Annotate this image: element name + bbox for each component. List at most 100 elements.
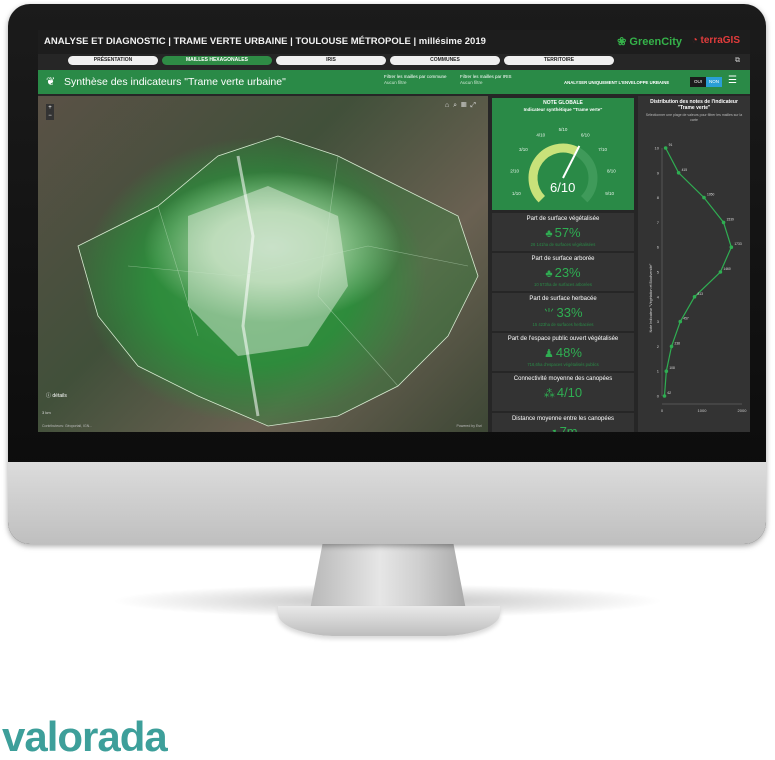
tree-icon: ♣ <box>545 268 553 280</box>
card-sub: 10 573ha de surfaces arborées <box>534 282 592 287</box>
gauge-tick-label: 9/10 <box>605 191 614 196</box>
envelope-label: ANALYSER UNIQUEMENT L'ENVELOPPE URBAINE <box>564 80 670 85</box>
card-value: ♟ 48% <box>544 345 582 360</box>
app-title: ANALYSE ET DIAGNOSTIC | TRAME VERTE URBA… <box>44 36 486 47</box>
data-point <box>692 295 697 299</box>
y-tick-label: 6 <box>657 245 660 250</box>
network-icon: ⁂ <box>543 388 555 400</box>
gauge-card: NOTE GLOBALE Indicateur synthétique "Tra… <box>492 98 634 210</box>
x-tick-label: 2000 <box>738 408 748 413</box>
tab-iris[interactable]: IRIS <box>276 56 386 65</box>
data-point <box>678 319 683 324</box>
dashboard-title: Synthèse des indicateurs "Trame verte ur… <box>64 76 286 88</box>
card-label: Distance moyenne entre les canopées <box>511 416 615 422</box>
y-tick-label: 2 <box>657 344 660 349</box>
toggle-non-button[interactable]: NON <box>706 77 722 87</box>
card-espace-public: Part de l'espace public ouvert végétalis… <box>492 333 634 371</box>
data-label: 415 <box>682 168 688 172</box>
card-surface-arboree: Part de surface arborée ♣ 23% 10 573ha de… <box>492 253 634 291</box>
y-tick-label: 8 <box>657 195 660 200</box>
data-point <box>729 245 734 249</box>
card-distance: Distance moyenne entre les canopées ➚7m <box>492 413 634 432</box>
leaf-icon: ❦ <box>46 76 56 88</box>
data-point <box>702 195 706 200</box>
card-sub: 716,6ha d'espaces végétalisés publics <box>527 362 599 367</box>
y-tick-label: 3 <box>657 319 660 324</box>
data-point <box>662 394 667 398</box>
data-label: 1539 <box>727 217 735 221</box>
gauge-tick-label: 2/10 <box>510 168 519 173</box>
indicator-panel: NOTE GLOBALE Indicateur synthétique "Tra… <box>490 96 636 432</box>
gauge-tick-label: 6/10 <box>581 132 590 137</box>
monitor-chin <box>8 462 766 544</box>
data-point <box>669 344 674 349</box>
map-overlay <box>77 135 479 427</box>
gauge-tick-label: 5/10 <box>559 127 568 132</box>
map-powered-by: Powered by Esri <box>456 424 482 428</box>
data-point <box>676 171 681 175</box>
card-label: Part de l'espace public ouvert végétalis… <box>507 336 619 342</box>
card-value: ♣ 23% <box>545 265 581 280</box>
title-bar: ANALYSE ET DIAGNOSTIC | TRAME VERTE URBA… <box>38 30 750 54</box>
card-value: ⁂ 4/10 <box>543 385 583 400</box>
tab-communes[interactable]: COMMUNES <box>390 56 500 65</box>
data-point <box>718 270 723 274</box>
x-tick-label: 1000 <box>698 408 708 413</box>
card-surface-vegetalisee: Part de surface végétalisée ♣ 57% 26 141h… <box>492 213 634 251</box>
data-point <box>663 146 668 150</box>
toggle-oui-button[interactable]: OUI <box>690 77 706 87</box>
data-label: 62 <box>667 391 671 395</box>
screen: ANALYSE ET DIAGNOSTIC | TRAME VERTE URBA… <box>38 30 750 432</box>
greencity-logo: ❀ GreenCity <box>617 36 682 48</box>
y-tick-label: 5 <box>657 270 660 275</box>
map-details-button[interactable]: ⓘ détails <box>46 392 67 399</box>
map-credit: Contributeurs: Géoportail, IGN... <box>42 424 93 428</box>
external-link-icon[interactable]: ⧉ <box>735 57 740 65</box>
gauge-tick-label: 1/10 <box>512 191 521 196</box>
card-connectivite: Connectivité moyenne des canopées ⁂ 4/10 <box>492 373 634 411</box>
monitor-foot <box>278 606 500 636</box>
card-sub: 26 141ha de surfaces végétalisées <box>530 242 596 247</box>
card-value: ♣ 57% <box>545 225 581 240</box>
card-label: Part de surface arborée <box>531 256 595 262</box>
data-label: 108 <box>669 366 675 370</box>
distribution-chart: 1098765432100 1000 20009141510501539173314… <box>655 143 748 413</box>
card-label: Part de surface herbacée <box>529 296 597 302</box>
data-point <box>664 369 669 374</box>
grass-icon: ⺌ <box>543 308 555 320</box>
tab-bar: PRÉSENTATION MAILLES HEXAGONALES IRIS CO… <box>38 56 750 67</box>
y-tick-label: 7 <box>657 220 660 225</box>
card-label: Connectivité moyenne des canopées <box>513 376 613 382</box>
tab-mailles-hexagonales[interactable]: MAILLES HEXAGONALES <box>162 56 272 65</box>
filter-iris[interactable]: Filtrer les mailles par IRIS Aucun filtr… <box>460 74 512 86</box>
monitor-stand <box>310 544 466 610</box>
menu-icon[interactable]: ☰ <box>728 75 737 86</box>
tab-presentation[interactable]: PRÉSENTATION <box>68 56 158 65</box>
valorada-logo: valorada <box>2 713 168 760</box>
distribution-chart-panel[interactable]: Distribution des notes de l'indicateur "… <box>638 96 750 432</box>
gauge-value: 6/10 <box>550 180 576 195</box>
card-sub: 15 423ha de surfaces herbacées <box>532 322 594 327</box>
data-label: 238 <box>675 341 681 345</box>
card-surface-herbacee: Part de surface herbacée ⺌ 33% 15 423ha d… <box>492 293 634 331</box>
tab-territoire[interactable]: TERRITOIRE <box>504 56 614 65</box>
x-tick-label: 0 <box>661 408 664 413</box>
card-value: ➚7m <box>492 424 634 432</box>
gauge-tick-label: 3/10 <box>519 147 528 152</box>
y-tick-label: 4 <box>657 294 660 299</box>
tree-icon: ♣ <box>545 228 553 240</box>
people-icon: ♟ <box>544 348 554 360</box>
map-tools[interactable]: ⌂⌕▦⤢ <box>445 102 480 110</box>
data-label: 813 <box>698 292 704 296</box>
filter-communes[interactable]: Filtrer les mailles par commune Aucun fi… <box>384 74 447 86</box>
data-label: 1050 <box>707 193 715 197</box>
y-tick-label: 9 <box>657 170 660 175</box>
dashboard-header: ❦ Synthèse des indicateurs "Trame verte … <box>38 70 750 94</box>
data-label: 1460 <box>723 267 731 271</box>
zoom-control[interactable]: + − <box>46 104 54 120</box>
arrow-icon: ➚ <box>548 427 557 432</box>
map-view[interactable]: + − ⌂⌕▦⤢ ⓘ détails 3 km Contributeurs: Gé… <box>38 96 488 432</box>
gauge-tick-label: 4/10 <box>536 132 545 137</box>
map-scale: 3 km <box>42 410 51 415</box>
y-tick-label: 10 <box>655 146 660 151</box>
